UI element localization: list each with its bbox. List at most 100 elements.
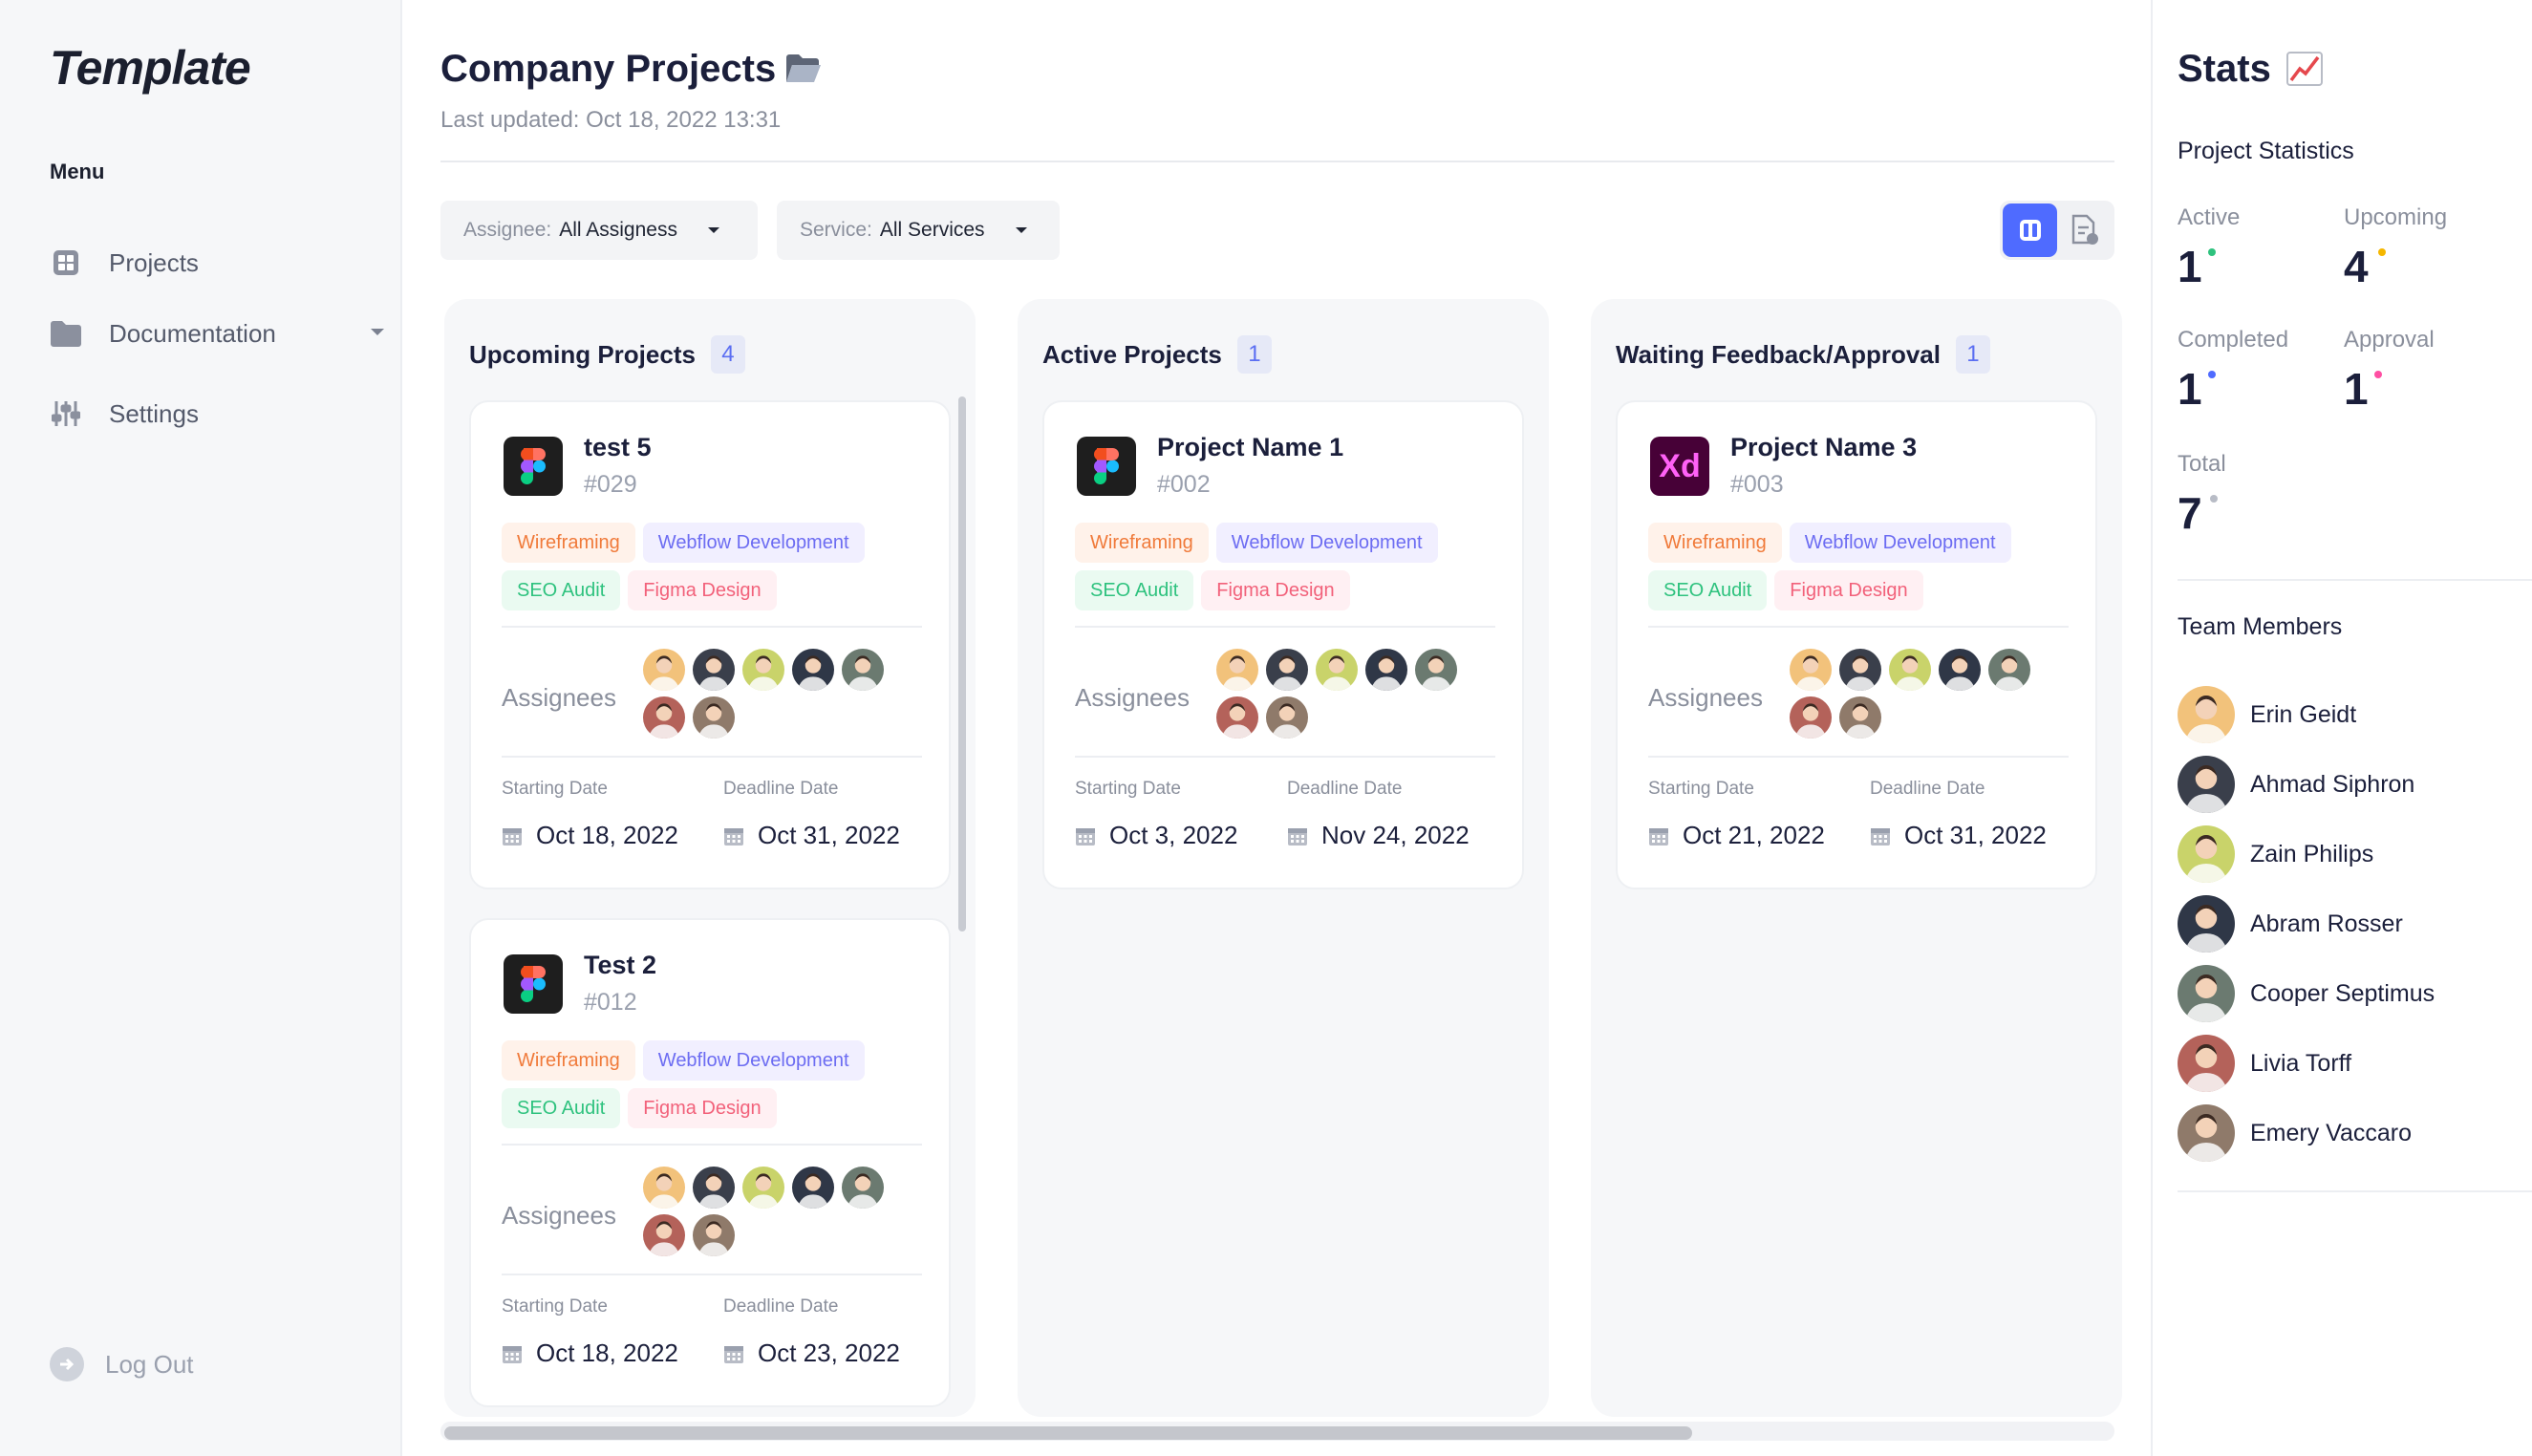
sidebar-item-settings[interactable]: Settings	[50, 390, 384, 438]
start-date-value: Oct 18, 2022	[536, 821, 678, 850]
service-tag[interactable]: Figma Design	[628, 570, 776, 610]
team-member[interactable]: Cooper Septimus	[2178, 965, 2435, 1022]
assignee-avatar[interactable]	[1264, 695, 1310, 740]
assignee-avatar[interactable]	[691, 1212, 737, 1258]
vertical-scrollbar[interactable]	[958, 396, 966, 931]
assignee-avatar[interactable]	[1314, 647, 1360, 693]
assignee-avatar[interactable]	[1887, 647, 1933, 693]
service-tag[interactable]: SEO Audit	[502, 1088, 620, 1128]
assignee-avatar[interactable]	[790, 647, 836, 693]
assignee-avatar[interactable]	[840, 1165, 886, 1210]
service-tag[interactable]: Webflow Development	[643, 523, 865, 563]
service-tag[interactable]: Wireframing	[502, 523, 635, 563]
folder-icon	[50, 317, 82, 350]
logout-button[interactable]: Log Out	[50, 1347, 194, 1381]
start-date: Oct 18, 2022	[502, 821, 678, 850]
sidebar-item-documentation[interactable]: Documentation	[50, 310, 384, 357]
start-date-label: Starting Date	[502, 779, 608, 800]
team-member[interactable]: Ahmad Siphron	[2178, 756, 2414, 813]
assignee-avatar[interactable]	[1788, 647, 1834, 693]
service-tag[interactable]: Figma Design	[628, 1088, 776, 1128]
sidebar-item-projects[interactable]: Projects	[50, 239, 384, 287]
column-title: Waiting Feedback/Approval	[1616, 340, 1941, 370]
service-tag[interactable]: Wireframing	[502, 1040, 635, 1081]
assignee-avatar[interactable]	[691, 647, 737, 693]
service-tag[interactable]: SEO Audit	[1075, 570, 1193, 610]
assignee-avatar[interactable]	[1837, 647, 1883, 693]
service-tag[interactable]: Figma Design	[1774, 570, 1922, 610]
member-name: Erin Geidt	[2250, 701, 2356, 729]
team-member[interactable]: Abram Rosser	[2178, 895, 2403, 953]
column-count-badge: 4	[711, 335, 745, 374]
column-header: Upcoming Projects 4	[469, 335, 745, 374]
service-tag[interactable]: SEO Audit	[502, 570, 620, 610]
team-member[interactable]: Zain Philips	[2178, 825, 2373, 883]
project-title[interactable]: Project Name 1	[1157, 433, 1343, 462]
service-tag[interactable]: Wireframing	[1075, 523, 1209, 563]
assignee-avatar[interactable]	[641, 1165, 687, 1210]
deadline-date-value: Nov 24, 2022	[1321, 821, 1470, 850]
chevron-down-icon[interactable]	[371, 329, 384, 335]
project-card[interactable]: XdProject Name 3#003WireframingWebflow D…	[1616, 400, 2097, 889]
divider	[1075, 756, 1495, 758]
list-view-button[interactable]	[2057, 203, 2112, 257]
assignee-avatar[interactable]	[1413, 647, 1459, 693]
assignee-avatar[interactable]	[1937, 647, 1983, 693]
service-tag[interactable]: Webflow Development	[643, 1040, 865, 1081]
member-name: Cooper Septimus	[2250, 980, 2435, 1008]
team-member[interactable]: Livia Torff	[2178, 1035, 2351, 1092]
assignee-avatar[interactable]	[641, 1212, 687, 1258]
caret-down-icon	[708, 227, 719, 233]
column-title: Upcoming Projects	[469, 340, 696, 370]
service-tag[interactable]: Webflow Development	[1790, 523, 2011, 563]
calendar-icon	[1870, 825, 1891, 846]
sidebar-item-label: Projects	[109, 248, 199, 278]
project-id: #029	[584, 471, 637, 499]
team-member[interactable]: Emery Vaccaro	[2178, 1104, 2412, 1162]
member-name: Livia Torff	[2250, 1050, 2351, 1078]
board-view-button[interactable]	[2003, 203, 2057, 257]
assignee-avatar[interactable]	[691, 695, 737, 740]
assignee-avatar[interactable]	[1788, 695, 1834, 740]
project-card[interactable]: Project Name 1#002WireframingWebflow Dev…	[1042, 400, 1524, 889]
calendar-icon	[502, 825, 523, 846]
assignee-avatar[interactable]	[641, 695, 687, 740]
horizontal-scrollbar-thumb[interactable]	[444, 1426, 1692, 1440]
assignee-avatar[interactable]	[641, 647, 687, 693]
service-tag[interactable]: Wireframing	[1648, 523, 1782, 563]
assignee-avatar[interactable]	[1264, 647, 1310, 693]
project-title[interactable]: Project Name 3	[1730, 433, 1917, 462]
assignee-avatar[interactable]	[790, 1165, 836, 1210]
assignee-avatar[interactable]	[740, 1165, 786, 1210]
project-card[interactable]: test 5 #029 WireframingWebflow Development…	[469, 400, 951, 889]
assignee-avatar[interactable]	[1363, 647, 1409, 693]
sidebar: Template Menu Projects Documentation Set…	[0, 0, 402, 1456]
assignee-avatar[interactable]	[1214, 647, 1260, 693]
project-id: #003	[1730, 471, 1784, 499]
status-dot	[2210, 495, 2218, 503]
calendar-icon	[1648, 825, 1669, 846]
project-title[interactable]: test 5	[584, 433, 652, 462]
team-member[interactable]: Erin Geidt	[2178, 686, 2356, 743]
assignee-avatar[interactable]	[740, 647, 786, 693]
calendar-icon	[1287, 825, 1308, 846]
start-date: Oct 3, 2022	[1075, 821, 1237, 850]
service-tag[interactable]: Figma Design	[1201, 570, 1349, 610]
column-waiting-approval: Waiting Feedback/Approval 1 XdProject Na…	[1591, 299, 2122, 1417]
assignee-avatar[interactable]	[1837, 695, 1883, 740]
tag-list: WireframingWebflow Development SEO AuditF…	[502, 1040, 922, 1128]
assignee-avatar[interactable]	[840, 647, 886, 693]
last-updated: Last updated: Oct 18, 2022 13:31	[440, 107, 781, 134]
project-title[interactable]: Test 2	[584, 951, 656, 980]
service-filter[interactable]: Service: All Services	[777, 201, 1060, 260]
service-tag[interactable]: SEO Audit	[1648, 570, 1767, 610]
assignee-avatar[interactable]	[1214, 695, 1260, 740]
assignee-avatar[interactable]	[1986, 647, 2032, 693]
app-logo[interactable]: Template	[50, 40, 250, 96]
divider	[440, 161, 2114, 162]
service-tag[interactable]: Webflow Development	[1216, 523, 1438, 563]
assignee-avatar[interactable]	[691, 1165, 737, 1210]
column-header: Active Projects 1	[1042, 335, 1272, 374]
assignee-filter[interactable]: Assignee: All Assigness	[440, 201, 758, 260]
project-card[interactable]: Test 2#012WireframingWebflow Development…	[469, 918, 951, 1407]
